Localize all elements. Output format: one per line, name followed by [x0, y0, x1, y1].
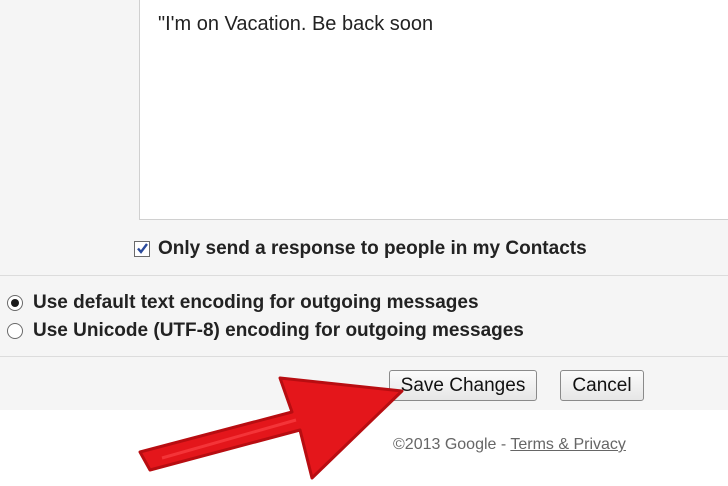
- vacation-message-text: "I'm on Vacation. Be back soon: [158, 13, 434, 35]
- vacation-settings-panel: "I'm on Vacation. Be back soon Only send…: [0, 0, 728, 410]
- cancel-button[interactable]: Cancel: [560, 370, 644, 401]
- terms-privacy-link[interactable]: Terms & Privacy: [510, 436, 626, 453]
- save-changes-button[interactable]: Save Changes: [389, 370, 537, 401]
- contacts-only-label: Only send a response to people in my Con…: [158, 238, 587, 259]
- contacts-only-row[interactable]: Only send a response to people in my Con…: [134, 236, 587, 262]
- encoding-utf8-radio[interactable]: [7, 323, 23, 339]
- copyright-text: ©2013 Google -: [393, 436, 511, 453]
- contacts-only-checkbox[interactable]: [134, 241, 150, 257]
- footer: ©2013 Google - Terms & Privacy: [393, 436, 626, 454]
- section-divider: [0, 356, 728, 357]
- encoding-default-radio[interactable]: [7, 295, 23, 311]
- encoding-option-utf8[interactable]: Use Unicode (UTF-8) encoding for outgoin…: [7, 318, 524, 344]
- checkmark-icon: [137, 243, 148, 254]
- encoding-default-label: Use default text encoding for outgoing m…: [33, 292, 479, 313]
- radio-selected-dot: [11, 299, 19, 307]
- encoding-utf8-label: Use Unicode (UTF-8) encoding for outgoin…: [33, 320, 524, 341]
- vacation-message-textarea[interactable]: "I'm on Vacation. Be back soon: [139, 0, 728, 220]
- encoding-option-default[interactable]: Use default text encoding for outgoing m…: [7, 290, 479, 316]
- section-divider: [0, 275, 728, 276]
